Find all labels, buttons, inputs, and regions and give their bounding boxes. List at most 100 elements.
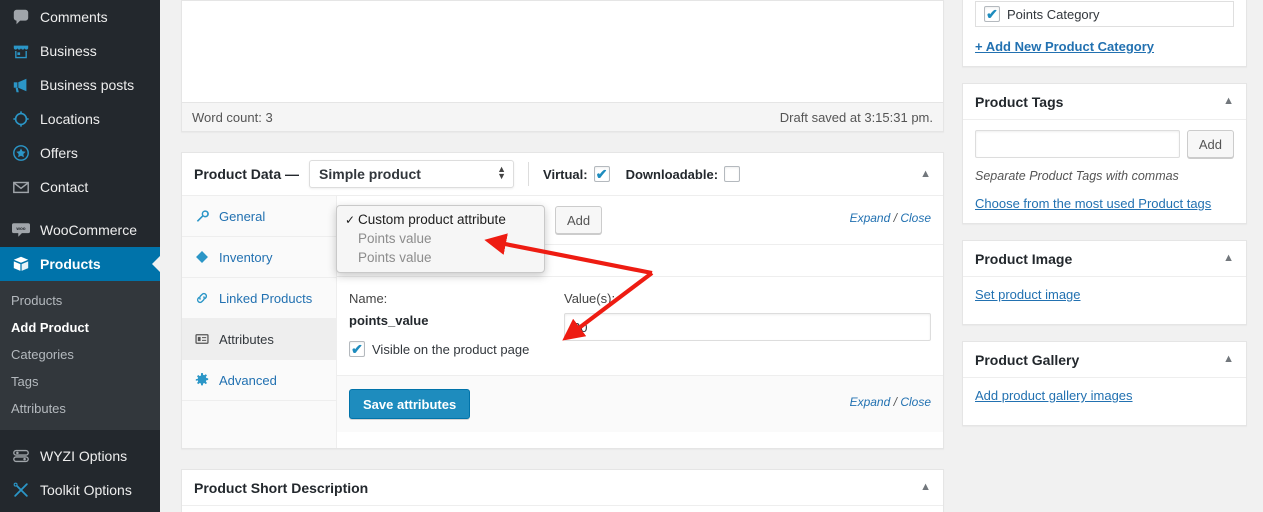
dropdown-option-points-value-2[interactable]: Points value (337, 248, 544, 267)
category-checklist: ✔ Points Category (975, 1, 1234, 27)
word-count: Word count: 3 (192, 109, 273, 125)
attribute-name-label: Name: (349, 291, 388, 306)
downloadable-checkbox[interactable] (724, 166, 741, 182)
products-submenu: Products Add Product Categories Tags Att… (0, 281, 160, 430)
admin-page: Comments Business Business posts Locatio… (0, 0, 1263, 512)
expand-link[interactable]: Expand (850, 395, 891, 409)
sliders-icon (11, 446, 31, 466)
menu-label: Toolkit Options (40, 482, 132, 498)
close-link[interactable]: Close (900, 211, 931, 225)
submenu-item-categories[interactable]: Categories (0, 341, 160, 368)
tab-label: Inventory (219, 249, 273, 265)
editor-content-area[interactable] (182, 1, 943, 103)
collapse-toggle-icon[interactable]: ▲ (1223, 354, 1234, 365)
expand-close-top: Expand / Close (850, 211, 931, 225)
category-item-points-category[interactable]: ✔ Points Category (984, 6, 1225, 22)
add-tag-button[interactable]: Add (1186, 130, 1234, 158)
collapse-toggle-icon[interactable]: ▲ (1223, 96, 1234, 107)
header-divider (528, 162, 530, 186)
submenu-item-add-product[interactable]: Add Product (0, 314, 160, 341)
check-glyph: ✔ (595, 165, 608, 182)
storefront-icon (11, 41, 31, 61)
menu-item-toolkit-options[interactable]: Toolkit Options (0, 473, 160, 507)
comment-icon (11, 7, 31, 27)
add-new-product-category-link[interactable]: + Add New Product Category (975, 39, 1154, 54)
admin-sidebar-menu: Comments Business Business posts Locatio… (0, 0, 160, 512)
category-checkbox[interactable]: ✔ (984, 6, 1000, 22)
attribute-type-dropdown-menu[interactable]: ✓ Custom product attribute Points value … (336, 205, 545, 273)
virtual-checkbox[interactable]: ✔ (593, 165, 610, 182)
virtual-label: Virtual: (543, 166, 588, 182)
panel-collapse-toggle-icon[interactable]: ▲ (920, 168, 931, 180)
collapse-toggle-icon[interactable]: ▲ (920, 482, 931, 493)
menu-item-comments[interactable]: Comments (0, 0, 160, 34)
menu-label: WYZI Options (40, 448, 128, 464)
save-attributes-button[interactable]: Save attributes (349, 389, 471, 419)
visible-on-product-page-row[interactable]: ✔ Visible on the product page (349, 341, 564, 357)
editor-status-bar: Word count: 3 Draft saved at 3:15:31 pm. (182, 103, 943, 131)
tab-advanced[interactable]: Advanced (182, 360, 336, 401)
product-image-header: Product Image ▲ (963, 241, 1246, 277)
product-data-header: Product Data — Simple product ▲ ▼ Virtua… (182, 153, 943, 196)
active-menu-pointer (152, 256, 160, 272)
menu-item-business-posts[interactable]: Business posts (0, 68, 160, 102)
star-badge-icon (11, 143, 31, 163)
product-tag-input[interactable] (975, 130, 1180, 158)
expand-close-separator: / (893, 395, 897, 409)
close-link[interactable]: Close (900, 395, 931, 409)
product-gallery-header: Product Gallery ▲ (963, 342, 1246, 378)
woocommerce-icon: woo (11, 220, 31, 240)
category-label: Points Category (1007, 6, 1100, 22)
add-gallery-images-link[interactable]: Add product gallery images (975, 388, 1133, 403)
most-used-tags-link[interactable]: Choose from the most used Product tags (975, 196, 1211, 211)
menu-item-offers[interactable]: Offers (0, 136, 160, 170)
menu-item-wyzi-options[interactable]: WYZI Options (0, 439, 160, 473)
menu-label: Comments (40, 9, 108, 25)
menu-item-products[interactable]: Products (0, 247, 160, 281)
menu-label: WooCommerce (40, 222, 137, 238)
collapse-toggle-icon[interactable]: ▲ (1223, 253, 1234, 264)
attributes-icon (194, 332, 210, 346)
tab-linked-products[interactable]: Linked Products (182, 278, 336, 319)
product-type-select[interactable]: Simple product (309, 160, 515, 188)
menu-item-woocommerce[interactable]: woo WooCommerce (0, 213, 160, 247)
dropdown-option-custom-product-attribute[interactable]: ✓ Custom product attribute (337, 210, 544, 229)
menu-label: Offers (40, 145, 78, 161)
visible-checkbox[interactable]: ✔ (349, 341, 365, 357)
menu-label: Products (40, 256, 101, 272)
short-description-body (182, 506, 943, 512)
tab-inventory[interactable]: Inventory (182, 237, 336, 278)
submenu-item-products[interactable]: Products (0, 287, 160, 314)
set-product-image-link[interactable]: Set product image (975, 287, 1081, 302)
attribute-values-input[interactable] (564, 313, 931, 341)
tab-attributes[interactable]: Attributes (182, 319, 336, 360)
product-type-select-wrapper: Simple product ▲ ▼ (309, 160, 515, 188)
wrench-icon (194, 209, 210, 223)
submenu-item-attributes[interactable]: Attributes (0, 395, 160, 422)
tab-label: Advanced (219, 372, 277, 388)
menu-item-business[interactable]: Business (0, 34, 160, 68)
description-editor-box: Word count: 3 Draft saved at 3:15:31 pm. (181, 0, 944, 132)
dropdown-option-label: Points value (358, 250, 432, 265)
product-data-panel: Product Data — Simple product ▲ ▼ Virtua… (181, 152, 944, 449)
attribute-values-column: Value(s): (564, 291, 931, 357)
main-content: Word count: 3 Draft saved at 3:15:31 pm.… (181, 0, 944, 512)
tag-input-row: Add (975, 130, 1234, 158)
menu-item-locations[interactable]: Locations (0, 102, 160, 136)
tab-general[interactable]: General (182, 196, 336, 237)
check-glyph: ✓ (345, 212, 356, 227)
tags-helper-text: Separate Product Tags with commas (975, 169, 1179, 183)
product-gallery-body: Add product gallery images (963, 378, 1246, 425)
product-tags-header: Product Tags ▲ (963, 84, 1246, 120)
product-gallery-title: Product Gallery (975, 351, 1080, 368)
attribute-name-column: Name: points_value ✔ Visible on the prod… (349, 291, 564, 357)
expand-link[interactable]: Expand (850, 211, 891, 225)
product-categories-body: ✔ Points Category + Add New Product Cate… (963, 0, 1246, 66)
submenu-item-tags[interactable]: Tags (0, 368, 160, 395)
menu-label: Contact (40, 179, 89, 195)
menu-item-contact[interactable]: Contact (0, 170, 160, 204)
check-glyph: ✔ (351, 340, 363, 357)
short-description-header: Product Short Description ▲ (182, 470, 943, 506)
dropdown-option-points-value-1[interactable]: Points value (337, 229, 544, 248)
add-attribute-button[interactable]: Add (555, 206, 603, 234)
